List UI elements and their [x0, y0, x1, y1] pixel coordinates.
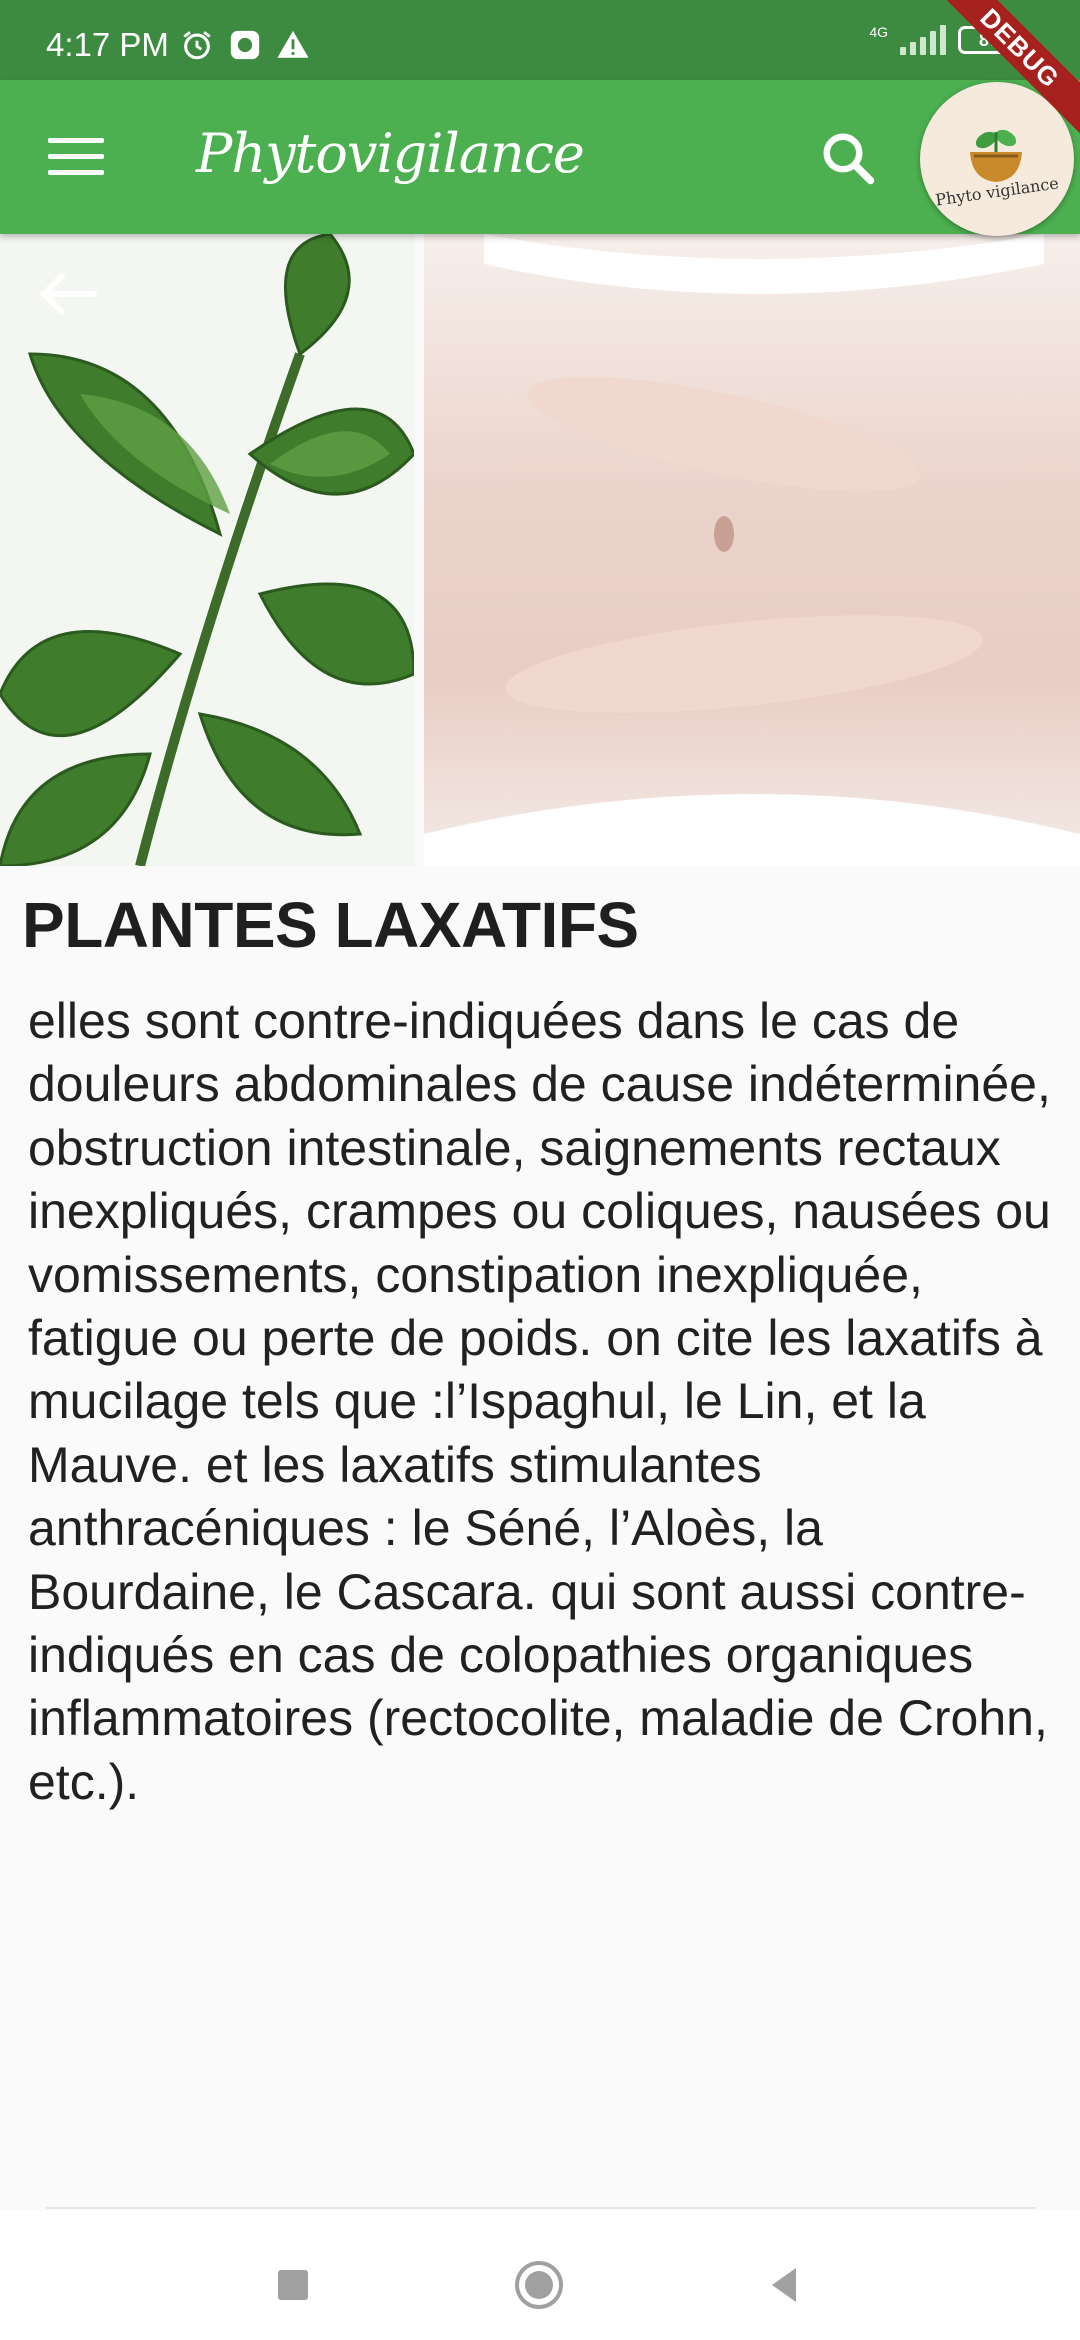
abdomen-image [424, 234, 1080, 866]
article-title: PLANTES LAXATIFS [22, 889, 639, 961]
triangle-nav-icon[interactable] [760, 2260, 810, 2310]
system-nav-bar [0, 2210, 1080, 2340]
warning-icon [277, 30, 309, 58]
status-time: 4:17 PM [46, 26, 169, 63]
signal-icon [900, 25, 946, 55]
status-bar: 4:17 PM 4G 87 [0, 0, 1080, 80]
circle-nav-icon[interactable] [514, 2260, 564, 2310]
nav-divider [46, 2207, 1036, 2209]
status-icons [180, 28, 310, 62]
search-icon[interactable] [818, 128, 878, 188]
article-image [0, 234, 1080, 866]
nettle-plant-image [0, 234, 416, 866]
app-notification-icon [230, 30, 260, 60]
menu-button[interactable] [48, 138, 104, 178]
network-type: 4G [869, 24, 888, 40]
article-body: elles sont contre-indiquées dans le cas … [28, 993, 1051, 1810]
app-title: Phytovigilance [196, 122, 585, 185]
app-bar: Phytovigilance Phyto vigilance [0, 80, 1080, 236]
back-arrow-icon[interactable] [38, 272, 98, 316]
menu-icon [48, 138, 104, 143]
square-nav-icon[interactable] [268, 2260, 318, 2310]
alarm-icon [183, 31, 211, 60]
